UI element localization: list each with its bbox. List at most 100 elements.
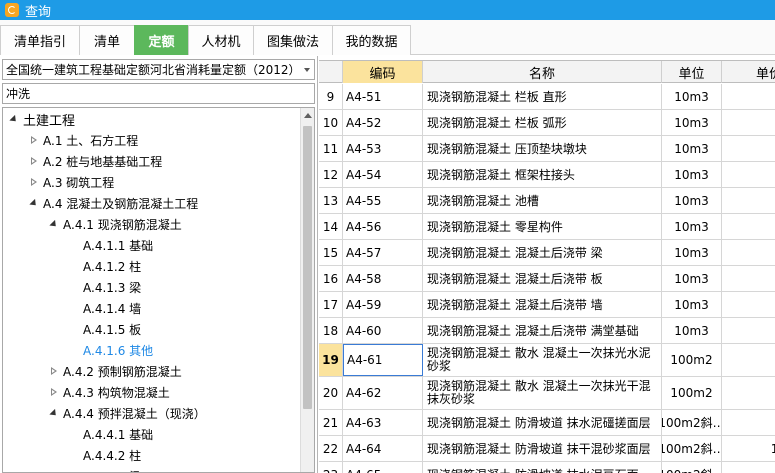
name-cell[interactable]: 现浇钢筋混凝土 栏板 弧形 bbox=[423, 110, 662, 135]
name-cell[interactable]: 现浇钢筋混凝土 防滑坡道 抹干混砂浆面层 bbox=[423, 436, 662, 461]
row-number-cell[interactable]: 17 bbox=[319, 292, 343, 317]
row-number-cell[interactable]: 13 bbox=[319, 188, 343, 213]
row-number-cell[interactable]: 12 bbox=[319, 162, 343, 187]
price-cell[interactable] bbox=[722, 344, 775, 376]
table-row[interactable]: 19 A4-61 现浇钢筋混凝土 散水 混凝土一次抹光水泥砂浆 100m2 bbox=[319, 344, 775, 377]
name-cell[interactable]: 现浇钢筋混凝土 压顶垫块墩块 bbox=[423, 136, 662, 161]
unit-cell[interactable]: 10m3 bbox=[662, 240, 722, 265]
code-cell[interactable]: A4-54 bbox=[343, 162, 423, 187]
code-cell[interactable]: A4-52 bbox=[343, 110, 423, 135]
code-cell[interactable]: A4-60 bbox=[343, 318, 423, 343]
tab-quota[interactable]: 定额 bbox=[134, 25, 189, 55]
code-cell[interactable]: A4-55 bbox=[343, 188, 423, 213]
header-name[interactable]: 名称 bbox=[423, 61, 662, 83]
code-cell[interactable]: A4-51 bbox=[343, 84, 423, 109]
unit-cell[interactable]: 10m3 bbox=[662, 318, 722, 343]
price-cell[interactable]: 3 bbox=[722, 292, 775, 317]
expanded-triangle-icon[interactable] bbox=[29, 198, 39, 209]
tree-node[interactable]: A.1 土、石方工程 bbox=[29, 130, 138, 151]
collapsed-triangle-icon[interactable] bbox=[49, 367, 59, 377]
tree-node[interactable]: A.4.1.6 其他 bbox=[69, 340, 153, 361]
expanded-triangle-icon[interactable] bbox=[49, 408, 59, 419]
table-row[interactable]: 20A4-62现浇钢筋混凝土 散水 混凝土一次抹光干混抹灰砂浆100m27 bbox=[319, 377, 775, 410]
table-row[interactable]: 18A4-60现浇钢筋混凝土 混凝土后浇带 满堂基础10m33 bbox=[319, 318, 775, 344]
header-code[interactable]: 编码 bbox=[343, 61, 423, 83]
price-cell[interactable]: 3 bbox=[722, 188, 775, 213]
tree-node[interactable]: A.4.1 现浇钢筋混凝土 bbox=[49, 214, 182, 235]
tab-my-data[interactable]: 我的数据 bbox=[332, 25, 411, 55]
name-cell[interactable]: 现浇钢筋混凝土 混凝土后浇带 梁 bbox=[423, 240, 662, 265]
row-number-cell[interactable]: 21 bbox=[319, 410, 343, 435]
tree-node[interactable]: A.4.4 预拌混凝土（现浇） bbox=[49, 403, 206, 424]
tab-atlas-practice[interactable]: 图集做法 bbox=[253, 25, 333, 55]
unit-cell[interactable]: 100m2 bbox=[662, 377, 722, 409]
table-row[interactable]: 15A4-57现浇钢筋混凝土 混凝土后浇带 梁10m33 bbox=[319, 240, 775, 266]
code-cell[interactable]: A4-59 bbox=[343, 292, 423, 317]
table-row[interactable]: 11A4-53现浇钢筋混凝土 压顶垫块墩块10m33 bbox=[319, 136, 775, 162]
unit-cell[interactable]: 10m3 bbox=[662, 188, 722, 213]
tree-node[interactable]: A.4.1.1 基础 bbox=[69, 235, 153, 256]
price-cell[interactable] bbox=[722, 462, 775, 473]
row-number-cell[interactable]: 10 bbox=[319, 110, 343, 135]
name-cell[interactable]: 现浇钢筋混凝土 混凝土后浇带 板 bbox=[423, 266, 662, 291]
code-cell[interactable]: A4-58 bbox=[343, 266, 423, 291]
collapsed-triangle-icon[interactable] bbox=[29, 157, 39, 167]
unit-cell[interactable]: 10m3 bbox=[662, 292, 722, 317]
row-number-cell[interactable]: 23 bbox=[319, 462, 343, 473]
name-cell[interactable]: 现浇钢筋混凝土 混凝土后浇带 墙 bbox=[423, 292, 662, 317]
code-cell[interactable]: A4-65 bbox=[343, 462, 423, 473]
price-cell[interactable]: 7 bbox=[722, 377, 775, 409]
table-row[interactable]: 23A4-65现浇钢筋混凝土 防滑坡道 抹水泥豆石面100m2斜… bbox=[319, 462, 775, 473]
code-cell[interactable]: A4-64 bbox=[343, 436, 423, 461]
price-cell[interactable] bbox=[722, 110, 775, 135]
row-number-cell[interactable]: 11 bbox=[319, 136, 343, 161]
tree-node[interactable]: A.4.3 构筑物混凝土 bbox=[49, 382, 170, 403]
expanded-triangle-icon[interactable] bbox=[49, 219, 59, 230]
table-row[interactable]: 9 A4-51 现浇钢筋混凝土 栏板 直形 10m3 bbox=[319, 84, 775, 110]
code-cell[interactable]: A4-53 bbox=[343, 136, 423, 161]
tree-node[interactable]: A.2 桩与地基基础工程 bbox=[29, 151, 162, 172]
quota-library-select[interactable]: 全国统一建筑工程基础定额河北省消耗量定额（2012） bbox=[2, 59, 315, 80]
collapsed-triangle-icon[interactable] bbox=[49, 388, 59, 398]
table-row[interactable]: 22A4-64现浇钢筋混凝土 防滑坡道 抹干混砂浆面层100m2斜…10 bbox=[319, 436, 775, 462]
unit-cell[interactable]: 100m2 bbox=[662, 344, 722, 376]
unit-cell[interactable]: 100m2斜… bbox=[662, 462, 722, 473]
code-cell[interactable]: A4-63 bbox=[343, 410, 423, 435]
table-row[interactable]: 16A4-58现浇钢筋混凝土 混凝土后浇带 板10m33 bbox=[319, 266, 775, 292]
price-cell[interactable]: 3 bbox=[722, 136, 775, 161]
table-row[interactable]: 13A4-55现浇钢筋混凝土 池槽10m33 bbox=[319, 188, 775, 214]
price-cell[interactable]: 9 bbox=[722, 410, 775, 435]
tree-node[interactable]: A.4.4.1 基础 bbox=[69, 424, 153, 445]
unit-cell[interactable]: 10m3 bbox=[662, 266, 722, 291]
unit-cell[interactable]: 10m3 bbox=[662, 162, 722, 187]
tree-scrollbar[interactable] bbox=[300, 108, 314, 472]
unit-cell[interactable]: 10m3 bbox=[662, 110, 722, 135]
tree-node[interactable]: A.4.2 预制钢筋混凝土 bbox=[49, 361, 182, 382]
tree-node[interactable]: A.4.4.3 梁 bbox=[69, 466, 141, 472]
collapsed-triangle-icon[interactable] bbox=[29, 136, 39, 146]
scroll-thumb[interactable] bbox=[303, 126, 312, 409]
name-cell[interactable]: 现浇钢筋混凝土 栏板 直形 bbox=[423, 84, 662, 109]
tree-node[interactable]: A.4 混凝土及钢筋混凝土工程 bbox=[29, 193, 198, 214]
price-cell[interactable] bbox=[722, 84, 775, 109]
name-cell[interactable]: 现浇钢筋混凝土 零星构件 bbox=[423, 214, 662, 239]
scroll-up-icon[interactable] bbox=[304, 113, 312, 118]
name-cell[interactable]: 现浇钢筋混凝土 混凝土后浇带 满堂基础 bbox=[423, 318, 662, 343]
name-cell[interactable]: 现浇钢筋混凝土 散水 混凝土一次抹光干混抹灰砂浆 bbox=[423, 377, 662, 409]
tree-node[interactable]: A.3 砌筑工程 bbox=[29, 172, 114, 193]
row-number-cell[interactable]: 15 bbox=[319, 240, 343, 265]
price-cell[interactable]: 3 bbox=[722, 318, 775, 343]
price-cell[interactable]: 3 bbox=[722, 266, 775, 291]
tab-list[interactable]: 清单 bbox=[79, 25, 135, 55]
header-unit[interactable]: 单位 bbox=[662, 61, 722, 83]
row-number-cell[interactable]: 22 bbox=[319, 436, 343, 461]
tree-node[interactable]: 土建工程 bbox=[9, 109, 75, 130]
tree-node[interactable]: A.4.1.5 板 bbox=[69, 319, 141, 340]
row-number-cell[interactable]: 16 bbox=[319, 266, 343, 291]
search-input[interactable] bbox=[2, 83, 315, 104]
tree-node[interactable]: A.4.1.4 墙 bbox=[69, 298, 141, 319]
header-price[interactable]: 单价 bbox=[722, 61, 775, 83]
tree-node[interactable]: A.4.1.2 柱 bbox=[69, 256, 141, 277]
code-cell[interactable]: A4-61 bbox=[343, 344, 423, 376]
name-cell[interactable]: 现浇钢筋混凝土 池槽 bbox=[423, 188, 662, 213]
